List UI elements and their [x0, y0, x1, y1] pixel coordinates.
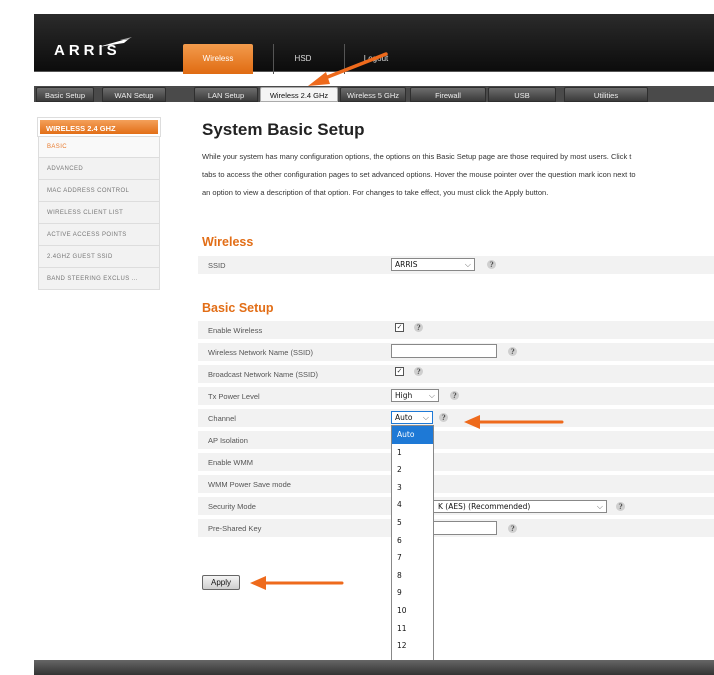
section-title-wireless: Wireless — [202, 235, 254, 249]
arris-logo: ARRIS — [54, 42, 121, 59]
broadcast-label: Broadcast Network Name (SSID) — [208, 370, 319, 379]
chevron-down-icon: ⌵ — [422, 413, 429, 422]
sidebar: WIRELESS 2.4 GHZ BASIC ADVANCED MAC ADDR… — [37, 117, 161, 290]
row-broadcast: Broadcast Network Name (SSID) — [198, 365, 714, 385]
row-channel: Channel — [198, 409, 714, 429]
description-line: tabs to access the other configuration p… — [202, 170, 636, 179]
description-line: an option to view a description of that … — [202, 188, 549, 197]
security-mode-value: K (AES) (Recommended) — [438, 502, 531, 511]
sidebar-item-band-steering[interactable]: BAND STEERING EXCLUS ... — [38, 268, 160, 290]
help-icon[interactable]: ? — [508, 347, 517, 356]
channel-option[interactable]: 7 — [392, 549, 433, 567]
enable-wmm-label: Enable WMM — [208, 458, 254, 467]
chevron-down-icon: ⌵ — [596, 502, 603, 511]
chevron-down-icon: ⌵ — [464, 260, 471, 269]
page-title: System Basic Setup — [202, 120, 365, 139]
channel-option[interactable]: 3 — [392, 479, 433, 497]
channel-option[interactable]: 10 — [392, 602, 433, 620]
network-name-label: Wireless Network Name (SSID) — [208, 348, 314, 357]
tx-power-label: Tx Power Level — [208, 392, 260, 401]
top-divider — [344, 44, 345, 74]
help-icon[interactable]: ? — [439, 413, 448, 422]
page-description: While your system has many configuration… — [202, 148, 714, 202]
header-bar: ARRIS Wireless HSD Logout — [34, 14, 714, 74]
tab-usb[interactable]: USB — [488, 87, 556, 102]
description-line: While your system has many configuration… — [202, 152, 632, 161]
sidebar-item-basic[interactable]: BASIC — [38, 136, 160, 158]
channel-label: Channel — [208, 414, 236, 423]
footer-bar — [34, 660, 714, 675]
help-icon[interactable]: ? — [414, 323, 423, 332]
pre-shared-key-label: Pre-Shared Key — [208, 524, 262, 533]
row-enable-wmm: Enable WMM — [198, 453, 714, 473]
channel-option[interactable]: 9 — [392, 584, 433, 602]
help-icon[interactable]: ? — [450, 391, 459, 400]
channel-option[interactable]: 5 — [392, 514, 433, 532]
network-name-input[interactable] — [391, 344, 497, 358]
sidebar-item-active-access-points[interactable]: ACTIVE ACCESS POINTS — [38, 224, 160, 246]
top-tab-logout[interactable]: Logout — [346, 44, 406, 74]
tab-wireless-24[interactable]: Wireless 2.4 GHz — [260, 87, 338, 102]
sidebar-item-mac-address-control[interactable]: MAC ADDRESS CONTROL — [38, 180, 160, 202]
ssid-label: SSID — [208, 261, 226, 270]
tab-wan-setup[interactable]: WAN Setup — [102, 87, 166, 102]
row-enable-wireless: Enable Wireless — [198, 321, 714, 341]
sidebar-item-wireless-client-list[interactable]: WIRELESS CLIENT LIST — [38, 202, 160, 224]
top-tab-wireless[interactable]: Wireless — [183, 44, 253, 74]
tab-utilities[interactable]: Utilities — [564, 87, 648, 102]
help-icon[interactable]: ? — [414, 367, 423, 376]
tab-firewall[interactable]: Firewall — [410, 87, 486, 102]
ssid-select[interactable]: ARRIS ⌵ — [391, 258, 475, 271]
channel-option[interactable]: 4 — [392, 496, 433, 514]
tab-wireless-5[interactable]: Wireless 5 GHz — [340, 87, 406, 102]
channel-option[interactable]: 8 — [392, 567, 433, 585]
tx-power-value: High — [395, 391, 413, 400]
sidebar-item-advanced[interactable]: ADVANCED — [38, 158, 160, 180]
chevron-down-icon: ⌵ — [428, 391, 435, 400]
sidebar-item-guest-ssid[interactable]: 2.4GHZ GUEST SSID — [38, 246, 160, 268]
sub-tab-bar: Basic Setup WAN Setup LAN Setup Wireless… — [34, 86, 714, 102]
tab-basic-setup[interactable]: Basic Setup — [36, 87, 94, 102]
security-mode-label: Security Mode — [208, 502, 256, 511]
row-wmm-power-save: WMM Power Save mode — [198, 475, 714, 495]
row-ap-isolation: AP Isolation — [198, 431, 714, 451]
wmm-power-save-label: WMM Power Save mode — [208, 480, 291, 489]
tab-lan-setup[interactable]: LAN Setup — [194, 87, 258, 102]
browser-viewport: ARRIS Wireless HSD Logout Basic Setup WA… — [0, 0, 714, 675]
channel-option[interactable]: 11 — [392, 620, 433, 638]
channel-value: Auto — [395, 413, 413, 422]
help-icon[interactable]: ? — [508, 524, 517, 533]
help-icon[interactable]: ? — [487, 260, 496, 269]
tx-power-select[interactable]: High ⌵ — [391, 389, 439, 402]
apply-button[interactable]: Apply — [202, 575, 240, 590]
channel-dropdown-list: Auto 1 2 3 4 5 6 7 8 9 10 11 12 13 — [391, 425, 434, 675]
ssid-select-value: ARRIS — [395, 260, 418, 269]
top-tab-hsd[interactable]: HSD — [273, 44, 333, 74]
channel-option[interactable]: 2 — [392, 461, 433, 479]
section-title-basic-setup: Basic Setup — [202, 301, 274, 315]
channel-option[interactable]: 6 — [392, 532, 433, 550]
help-icon[interactable]: ? — [616, 502, 625, 511]
channel-option-auto[interactable]: Auto — [392, 426, 433, 444]
broadcast-checkbox[interactable]: ✓ — [395, 367, 404, 376]
page-margin — [0, 0, 34, 675]
enable-wireless-checkbox[interactable]: ✓ — [395, 323, 404, 332]
ap-isolation-label: AP Isolation — [208, 436, 248, 445]
sidebar-header: WIRELESS 2.4 GHZ — [37, 117, 161, 137]
channel-option[interactable]: 12 — [392, 637, 433, 655]
channel-option[interactable]: 1 — [392, 444, 433, 462]
channel-select[interactable]: Auto ⌵ — [391, 411, 433, 424]
enable-wireless-label: Enable Wireless — [208, 326, 263, 335]
